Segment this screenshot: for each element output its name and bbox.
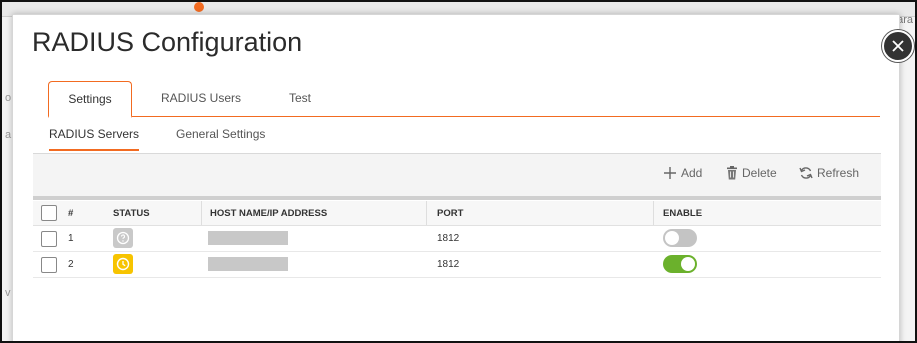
- background-text: a: [5, 129, 12, 141]
- screenshot-frame: ara o a v RADIUS Configuration Settings …: [0, 0, 917, 343]
- column-divider: [426, 201, 427, 225]
- column-divider: [653, 201, 654, 225]
- dialog-title: RADIUS Configuration: [32, 27, 303, 57]
- radius-config-dialog: RADIUS Configuration Settings RADIUS Use…: [12, 14, 900, 341]
- col-header-host: HOST NAME/IP ADDRESS: [210, 208, 328, 219]
- toggle-knob: [681, 257, 695, 271]
- redacted-host: [208, 257, 288, 271]
- redacted-host: [208, 231, 288, 245]
- subtab-general-settings[interactable]: General Settings: [176, 127, 265, 141]
- table-row[interactable]: 2 1812: [33, 252, 881, 278]
- column-divider: [201, 201, 202, 225]
- col-header-enable: ENABLE: [663, 208, 703, 219]
- background-text: v: [5, 287, 11, 299]
- col-header-num: #: [68, 208, 74, 219]
- background-text: o: [5, 92, 12, 104]
- add-label: Add: [681, 166, 703, 180]
- tab-settings[interactable]: Settings: [48, 81, 132, 118]
- clock-icon: [113, 254, 133, 274]
- subtab-bar: RADIUS Servers General Settings: [33, 119, 881, 154]
- add-button[interactable]: Add: [663, 166, 702, 180]
- notification-dot: [194, 2, 204, 12]
- row-checkbox[interactable]: [41, 231, 57, 247]
- tab-test[interactable]: Test: [270, 81, 330, 116]
- col-header-status: STATUS: [113, 208, 150, 219]
- question-icon: [113, 228, 133, 248]
- refresh-icon: [799, 167, 813, 179]
- enable-toggle[interactable]: [663, 255, 697, 273]
- close-icon: [892, 40, 904, 52]
- trash-icon: [727, 166, 737, 180]
- plus-icon: [664, 167, 676, 179]
- toggle-knob: [665, 231, 679, 245]
- radius-servers-table: # STATUS HOST NAME/IP ADDRESS PORT ENABL…: [33, 201, 881, 278]
- row-port: 1812: [437, 259, 460, 270]
- delete-label: Delete: [742, 166, 777, 180]
- enable-toggle[interactable]: [663, 229, 697, 247]
- row-num: 2: [68, 259, 74, 270]
- refresh-button[interactable]: Refresh: [799, 166, 859, 180]
- table-row[interactable]: 1 1812: [33, 226, 881, 252]
- row-port: 1812: [437, 233, 460, 244]
- table-header: # STATUS HOST NAME/IP ADDRESS PORT ENABL…: [33, 201, 881, 226]
- refresh-label: Refresh: [817, 166, 860, 180]
- close-button[interactable]: [882, 30, 914, 62]
- row-num: 1: [68, 233, 74, 244]
- subtab-radius-servers[interactable]: RADIUS Servers: [49, 127, 140, 151]
- tab-radius-users[interactable]: RADIUS Users: [146, 81, 256, 116]
- delete-button[interactable]: Delete: [726, 166, 777, 180]
- select-all-checkbox[interactable]: [41, 205, 57, 221]
- row-checkbox[interactable]: [41, 257, 57, 273]
- col-header-port: PORT: [437, 208, 464, 219]
- tab-bar: Settings RADIUS Users Test: [48, 81, 880, 118]
- toolbar: Add Delete Refresh: [33, 154, 881, 200]
